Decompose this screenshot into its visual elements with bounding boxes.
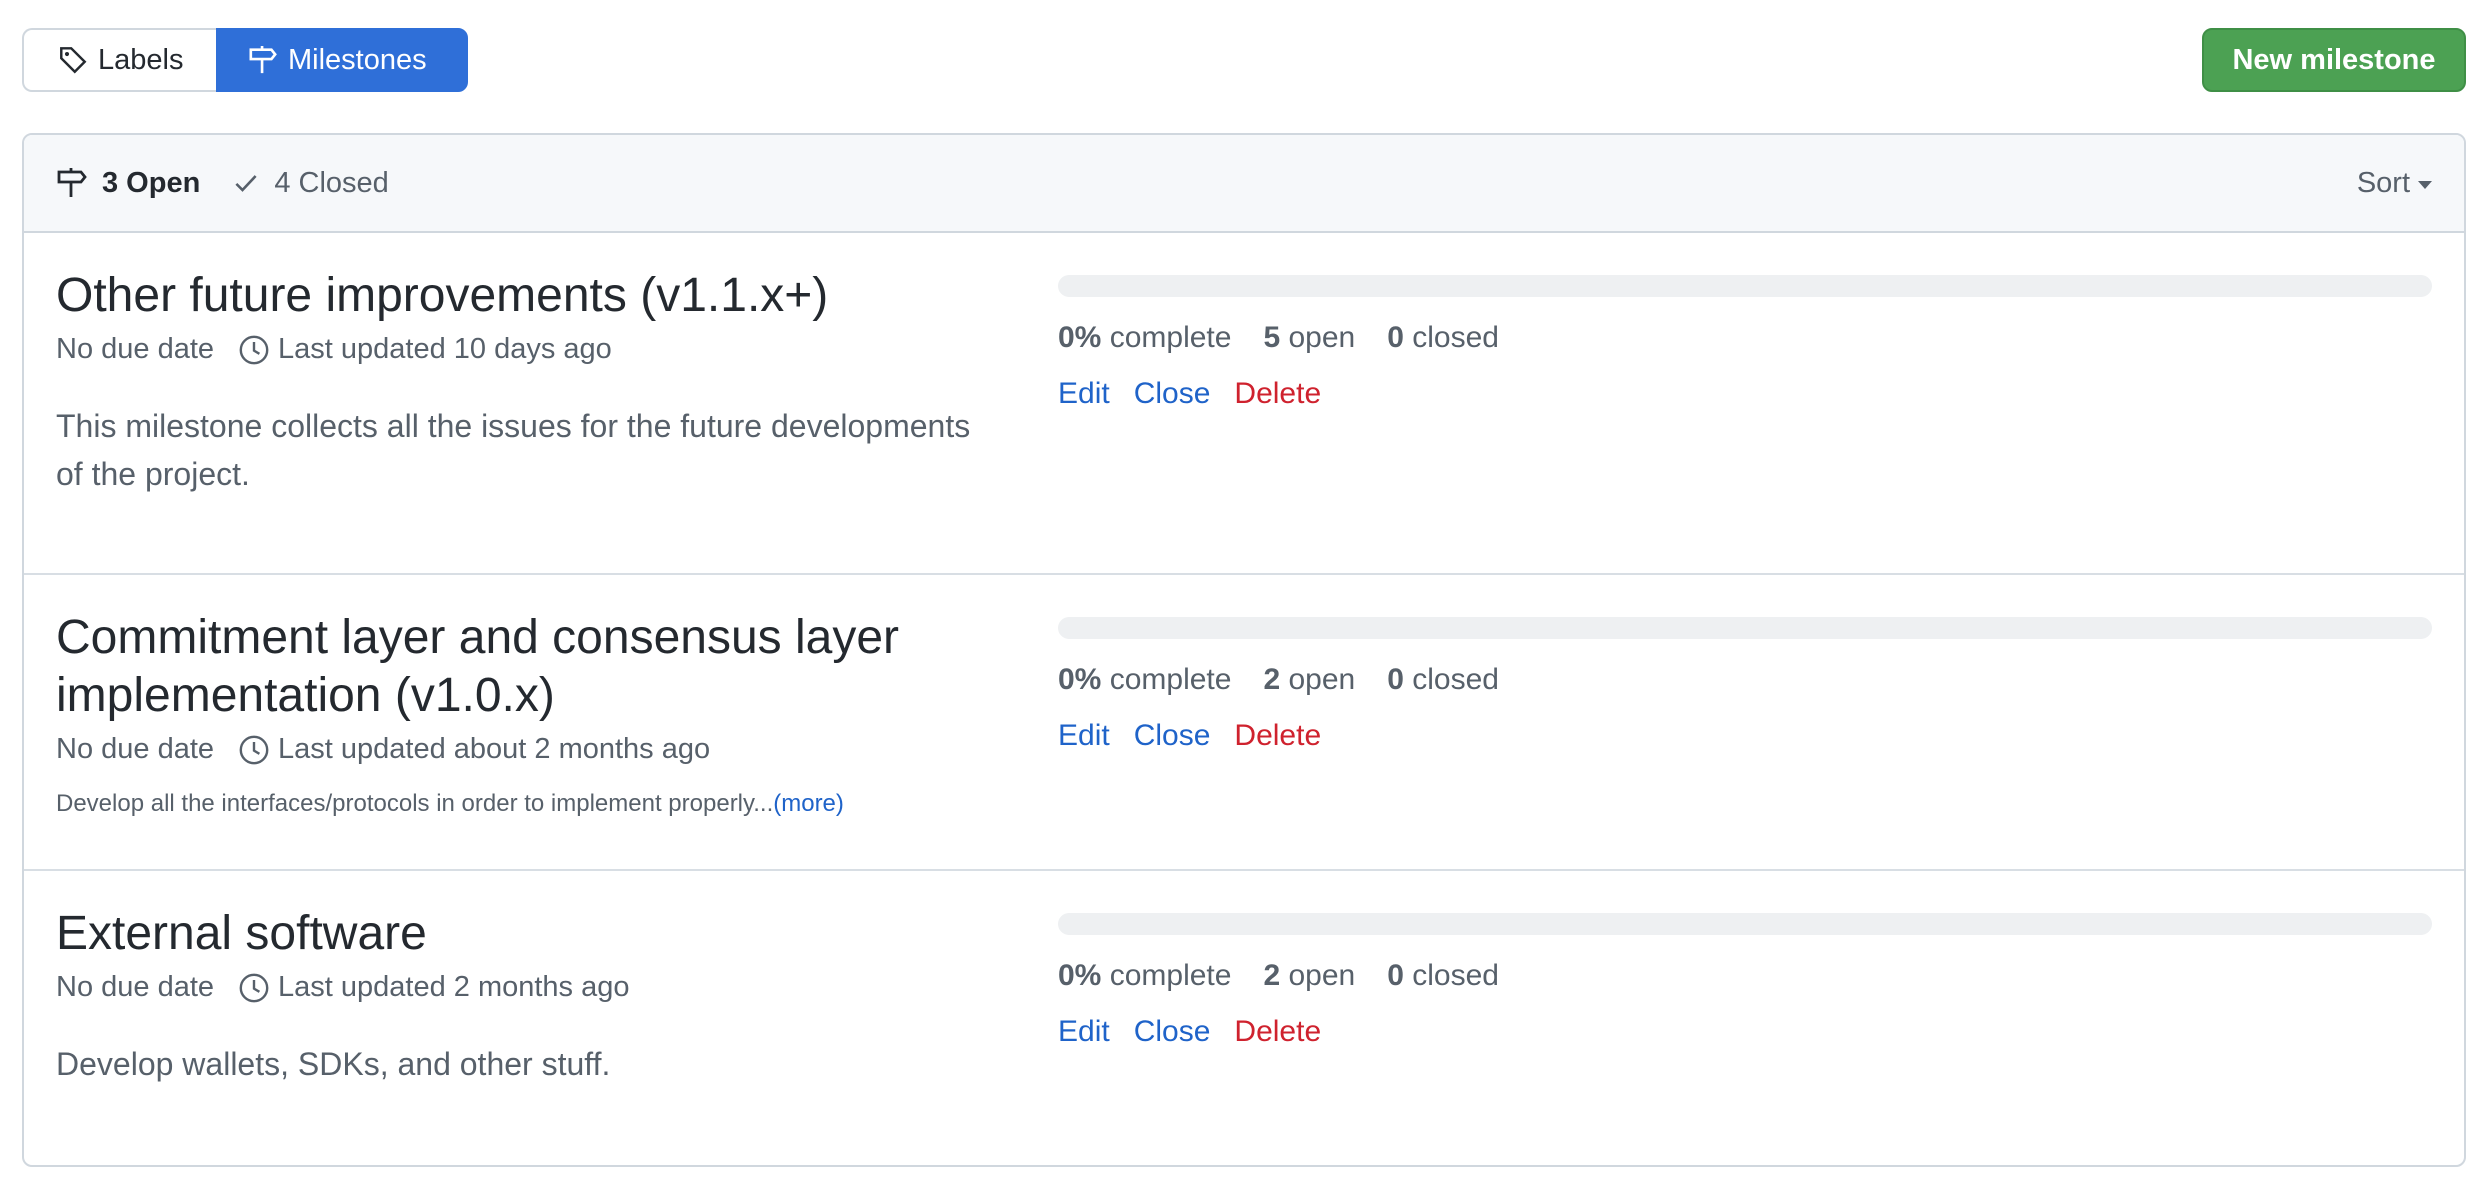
milestone-row: External software No due date Last updat…: [24, 871, 2464, 1165]
labels-tab-label: Labels: [98, 43, 184, 76]
milestone-info: Other future improvements (v1.1.x+) No d…: [56, 267, 996, 498]
milestone-stats: 0% complete 2 open 0 closed: [1058, 959, 2432, 993]
delete-link[interactable]: Delete: [1234, 1015, 1321, 1049]
milestone-title[interactable]: Commitment layer and consensus layer imp…: [56, 609, 996, 725]
milestone-progress-area: 0% complete 2 open 0 closed Edit Close D…: [1058, 617, 2432, 753]
milestone-description: This milestone collects all the issues f…: [56, 408, 971, 492]
closed-count: 4 Closed: [274, 166, 389, 199]
milestones-tab[interactable]: Milestones: [216, 28, 468, 92]
due-date: No due date: [56, 733, 215, 765]
delete-link[interactable]: Delete: [1234, 377, 1321, 411]
percent-complete: 0% complete: [1058, 959, 1232, 992]
last-updated: Last updated 10 days ago: [238, 333, 612, 366]
last-updated-text: Last updated 2 months ago: [278, 971, 630, 1003]
milestone-stats: 0% complete 5 open 0 closed: [1058, 321, 2432, 355]
top-bar: Labels Milestones New milestone: [22, 28, 2466, 94]
labels-milestones-switch: Labels Milestones: [22, 28, 468, 92]
delete-link[interactable]: Delete: [1234, 719, 1321, 753]
milestone-progress-area: 0% complete 5 open 0 closed Edit Close D…: [1058, 275, 2432, 411]
check-icon: [235, 175, 257, 192]
milestone-actions: Edit Close Delete: [1058, 719, 2432, 753]
closed-issues[interactable]: 0 closed: [1387, 959, 1499, 993]
milestone-meta: No due date Last updated about 2 months …: [56, 733, 996, 766]
close-link[interactable]: Close: [1134, 1015, 1211, 1049]
edit-link[interactable]: Edit: [1058, 719, 1110, 753]
milestone-actions: Edit Close Delete: [1058, 1015, 2432, 1049]
description-text: Develop all the interfaces/protocols in …: [56, 790, 774, 817]
close-link[interactable]: Close: [1134, 719, 1211, 753]
due-date: No due date: [56, 971, 215, 1003]
caret-down-icon: [2418, 180, 2432, 189]
milestone-title[interactable]: External software: [56, 905, 996, 963]
milestone-icon: [57, 168, 87, 197]
last-updated: Last updated about 2 months ago: [238, 733, 710, 766]
last-updated-text: Last updated about 2 months ago: [278, 733, 711, 765]
closed-filter[interactable]: 4 Closed: [232, 166, 389, 200]
more-link[interactable]: (more): [773, 790, 844, 817]
percent-complete: 0% complete: [1058, 321, 1232, 354]
labels-tab[interactable]: Labels: [22, 28, 216, 92]
milestone-meta: No due date Last updated 10 days ago: [56, 333, 996, 366]
milestone-row: Commitment layer and consensus layer imp…: [24, 575, 2464, 871]
clock-icon: [239, 735, 269, 764]
last-updated-text: Last updated 10 days ago: [278, 333, 612, 365]
open-filter[interactable]: 3 Open: [56, 167, 200, 200]
edit-link[interactable]: Edit: [1058, 377, 1110, 411]
milestone-description: Develop all the interfaces/protocols in …: [56, 790, 996, 818]
open-issues[interactable]: 5 open: [1263, 321, 1355, 355]
clock-icon: [239, 335, 269, 364]
progress-bar: [1058, 617, 2432, 639]
progress-bar: [1058, 275, 2432, 297]
progress-bar: [1058, 913, 2432, 935]
open-count: 3 Open: [102, 166, 201, 199]
sort-dropdown[interactable]: Sort: [2357, 135, 2432, 231]
percent-complete: 0% complete: [1058, 663, 1232, 696]
open-issues[interactable]: 2 open: [1263, 959, 1355, 993]
milestone-actions: Edit Close Delete: [1058, 377, 2432, 411]
tag-icon: [60, 47, 87, 74]
milestones-tab-label: Milestones: [288, 43, 427, 76]
milestone-icon: [249, 45, 277, 74]
due-date: No due date: [56, 333, 215, 365]
closed-issues[interactable]: 0 closed: [1387, 321, 1499, 355]
milestone-stats: 0% complete 2 open 0 closed: [1058, 663, 2432, 697]
list-header: 3 Open 4 Closed Sort: [24, 135, 2464, 233]
new-milestone-button[interactable]: New milestone: [2202, 28, 2466, 92]
edit-link[interactable]: Edit: [1058, 1015, 1110, 1049]
open-issues[interactable]: 2 open: [1263, 663, 1355, 697]
clock-icon: [239, 973, 269, 1002]
milestone-info: External software No due date Last updat…: [56, 905, 996, 1088]
milestone-meta: No due date Last updated 2 months ago: [56, 971, 996, 1004]
closed-issues[interactable]: 0 closed: [1387, 663, 1499, 697]
close-link[interactable]: Close: [1134, 377, 1211, 411]
milestone-row: Other future improvements (v1.1.x+) No d…: [24, 233, 2464, 575]
milestone-description: Develop wallets, SDKs, and other stuff.: [56, 1046, 611, 1082]
milestones-list: 3 Open 4 Closed Sort Other future improv…: [22, 133, 2466, 1167]
milestone-progress-area: 0% complete 2 open 0 closed Edit Close D…: [1058, 913, 2432, 1049]
milestone-title[interactable]: Other future improvements (v1.1.x+): [56, 267, 996, 325]
sort-label: Sort: [2356, 166, 2410, 199]
milestone-info: Commitment layer and consensus layer imp…: [56, 609, 996, 818]
last-updated: Last updated 2 months ago: [238, 971, 630, 1004]
